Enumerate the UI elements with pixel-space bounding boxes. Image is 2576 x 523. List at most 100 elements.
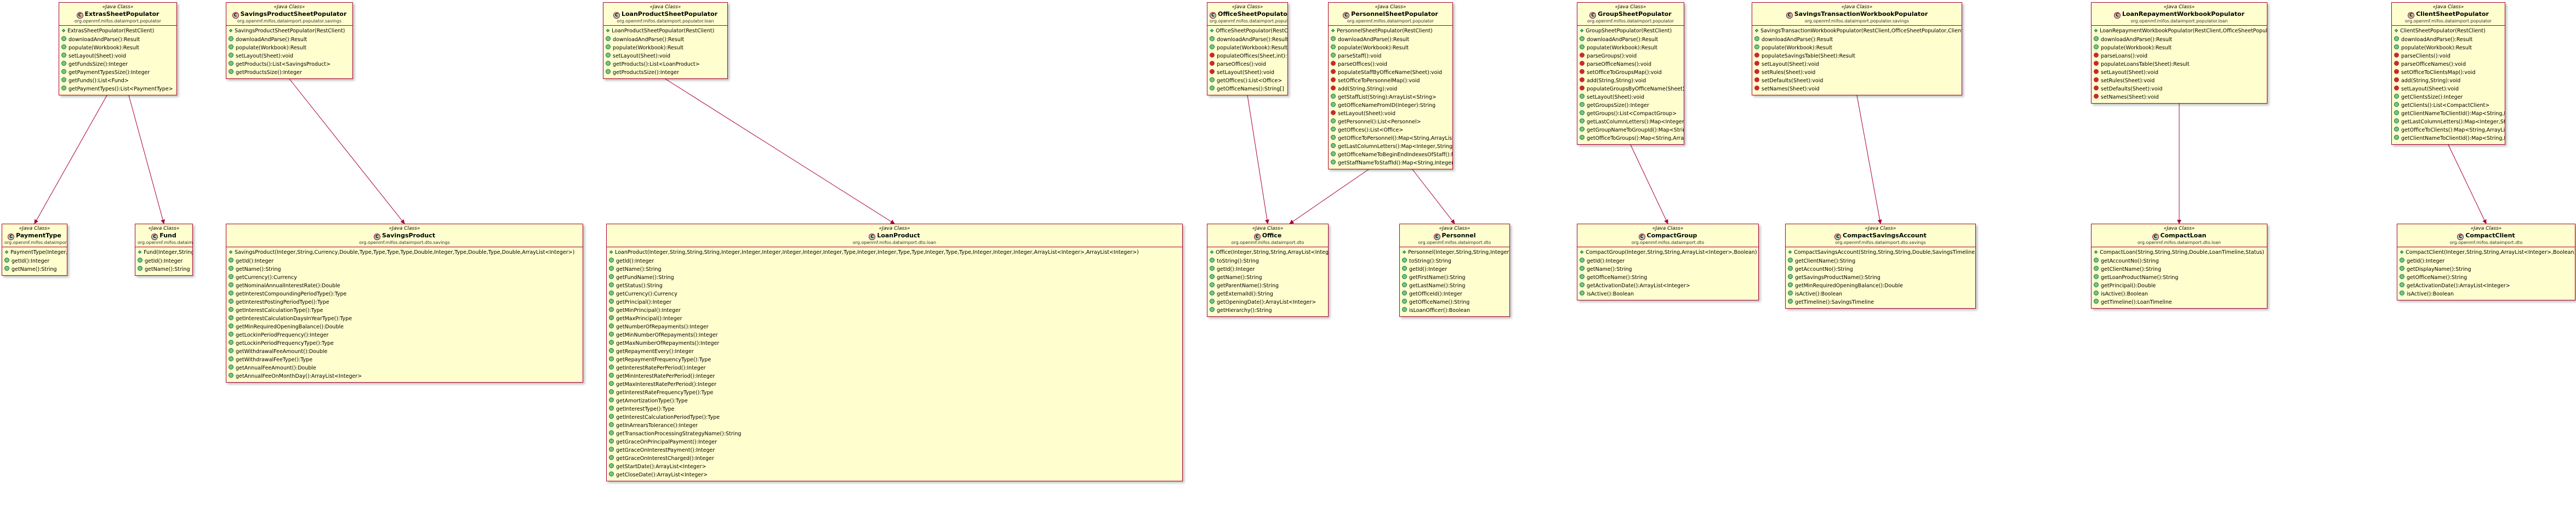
class-box-office[interactable]: «Java Class» C Office org.openmf.mifos.data…: [1207, 224, 1329, 317]
class-header: «Java Class» C CompactSavingsAccount org.op…: [1786, 224, 1975, 247]
method-row: getOfficeName():String: [1402, 298, 1507, 306]
public-method-icon: [61, 36, 66, 41]
public-method-icon: [1210, 44, 1215, 49]
public-method-icon: [606, 44, 611, 49]
class-box-personnel[interactable]: «Java Class» C Personnel org.openmf.mifos.d…: [1399, 224, 1510, 317]
method-row: getInterestCalculationPeriodType():Type: [609, 413, 1180, 422]
public-method-icon: [2394, 135, 2399, 140]
class-name-text: CompactLoan: [2160, 232, 2207, 239]
method-signature: PaymentType(Integer,String): [10, 249, 67, 255]
method-row: getTimeline():LoanTimeline: [2094, 298, 2265, 306]
public-method-icon: [1331, 44, 1336, 49]
method-row: getOfficeToPersonnel():Map<String,ArrayL…: [1331, 134, 1452, 143]
method-signature: getName():String: [145, 266, 190, 272]
method-signature: getMinRequiredOpeningBalance():Double: [236, 324, 344, 330]
class-box-compact-loan[interactable]: «Java Class» C CompactLoan org.openmf.mifos…: [2091, 224, 2267, 309]
class-box-compact-savings[interactable]: «Java Class» C CompactSavingsAccount org.op…: [1785, 224, 1976, 309]
class-box-loan-product[interactable]: «Java Class» C LoanProduct org.openmf.mifos…: [606, 224, 1183, 481]
method-row: ❖ CompactLoan(String,String,String,Double…: [2094, 248, 2265, 257]
method-row: ❖ SavingsProductSheetPopulator(RestClient…: [229, 27, 350, 36]
method-row: isActive():Boolean: [1788, 290, 1973, 298]
class-box-payment-type[interactable]: «Java Class» C PaymentType org.openmf.mifos…: [2, 224, 67, 276]
method-list: ❖ Office(Integer,String,String,ArrayList<…: [1207, 247, 1328, 316]
class-name: C Fund: [138, 232, 190, 240]
method-row: getMinRequiredOpeningBalance():Double: [229, 323, 580, 331]
class-box-savings-prod-pop[interactable]: «Java Class» C SavingsProductSheetPopulato…: [226, 2, 353, 79]
method-row: getFundName():String: [609, 274, 1180, 282]
method-signature: setLayout(Sheet):void: [69, 53, 126, 59]
public-method-icon: [1788, 282, 1793, 287]
method-signature: getParentName():String: [1217, 283, 1279, 289]
class-name-text: ClientSheetPopulator: [2416, 10, 2489, 18]
method-row: populate(Workbook):Result: [229, 44, 350, 52]
public-method-icon: [1754, 36, 1759, 41]
method-signature: setNames(Sheet):void: [1762, 86, 1820, 92]
class-box-fund[interactable]: «Java Class» C Fund org.openmf.mifos.dataim…: [135, 224, 193, 276]
class-box-office-pop[interactable]: «Java Class» C OfficeSheetPopulator org.ope…: [1207, 2, 1288, 95]
class-box-sav-txn-pop[interactable]: «Java Class» C SavingsTransactionWorkbookP…: [1752, 2, 1962, 95]
class-box-extras-pop[interactable]: «Java Class» C ExtrasSheetPopulator org.ope…: [59, 2, 177, 95]
constructor-icon: ❖: [61, 29, 66, 34]
method-signature: getSavingsProductName():String: [1795, 275, 1880, 281]
class-icon: C: [2408, 12, 2415, 19]
class-box-personnel-pop[interactable]: «Java Class» C PersonnelSheetPopulator org.…: [1328, 2, 1453, 169]
public-method-icon: [2094, 266, 2099, 271]
public-method-icon: [1402, 307, 1407, 312]
public-method-icon: [229, 36, 233, 41]
class-box-savings-product[interactable]: «Java Class» C SavingsProduct org.openmf.mi…: [226, 224, 583, 383]
class-box-client-pop[interactable]: «Java Class» C ClientSheetPopulator org.ope…: [2391, 2, 2505, 145]
constructor-icon: ❖: [1402, 250, 1407, 255]
method-signature: Personnel(Integer,String,String,Integer,…: [1408, 249, 1509, 255]
method-row: downloadAndParse():Result: [229, 36, 350, 44]
method-signature: getInterestRateFrequencyType():Type: [616, 390, 714, 396]
class-name-text: PaymentType: [16, 232, 61, 239]
method-row: getInterestCalculationType():Type: [229, 306, 580, 315]
public-method-icon: [1402, 266, 1407, 271]
public-method-icon: [1210, 258, 1215, 263]
public-method-icon: [229, 323, 233, 328]
class-name: C LoanRepaymentWorkbookPopulator: [2094, 10, 2265, 19]
constructor-icon: ❖: [1580, 29, 1585, 34]
class-name-text: CompactClient: [2465, 232, 2515, 239]
class-stereotype: «Java Class»: [2163, 226, 2195, 231]
method-signature: getId():Integer: [12, 258, 50, 264]
class-box-loan-prod-pop[interactable]: «Java Class» C LoanProductSheetPopulator or…: [603, 2, 728, 79]
method-row: getName():String: [4, 265, 65, 274]
class-name-text: OfficeSheetPopulator: [1218, 10, 1288, 18]
method-signature: SavingsProductSheetPopulator(RestClient): [235, 28, 345, 34]
method-list: ❖ Personnel(Integer,String,String,Integer…: [1400, 247, 1509, 316]
class-box-loan-repay-pop[interactable]: «Java Class» C LoanRepaymentWorkbookPopula…: [2091, 2, 2267, 104]
public-method-icon: [1331, 102, 1336, 107]
method-signature: toString():String: [1217, 258, 1259, 264]
method-list: ❖PaymentType(Integer,String)getId():Inte…: [2, 247, 67, 275]
method-row: getMinPrincipal():Integer: [609, 306, 1180, 315]
method-signature: getOfficeNameToBeginEndIndexesOfStaff():…: [1338, 152, 1452, 158]
constructor-icon: ❖: [2400, 250, 2404, 255]
method-row: getProducts():List<SavingsProduct>: [229, 60, 350, 69]
public-method-icon: [2400, 258, 2404, 263]
method-row: getStaffNameToStaffId():Map<String,Integ…: [1331, 159, 1452, 167]
public-method-icon: [1210, 291, 1215, 295]
public-method-icon: [1788, 266, 1793, 271]
method-row: getCurrency():Currency: [609, 290, 1180, 298]
class-stereotype: «Java Class»: [879, 226, 910, 231]
method-row: populateGroupsByOfficeName(Sheet):void: [1580, 85, 1684, 93]
method-signature: isLoanOfficer():Boolean: [1409, 308, 1471, 314]
method-signature: getLockinPeriodFrequency():Integer: [236, 332, 329, 338]
constructor-icon: ❖: [1788, 250, 1793, 255]
class-name: C SavingsTransactionWorkbookPopulator: [1754, 10, 1959, 19]
method-signature: getInArrearsTolerance():Integer: [616, 423, 698, 429]
class-name-text: SavingsTransactionWorkbookPopulator: [1794, 10, 1928, 18]
method-signature: getOpeningDate():ArrayList<Integer>: [1217, 299, 1317, 305]
class-name-text: Fund: [159, 232, 176, 239]
method-row: add(String,String):void: [2394, 77, 2503, 85]
public-method-icon: [609, 471, 614, 476]
method-signature: populateStaffByOfficeName(Sheet):void: [1338, 70, 1443, 76]
method-signature: setRules(Sheet):void: [2101, 78, 2155, 84]
class-box-compact-client[interactable]: «Java Class» C CompactClient org.openmf.mif…: [2397, 224, 2575, 300]
class-stereotype: «Java Class»: [1615, 4, 1646, 10]
class-box-group-pop[interactable]: «Java Class» C GroupSheetPopulator org.open…: [1577, 2, 1684, 145]
method-row: getOfficeToGroups():Map<String,ArrayList…: [1580, 134, 1684, 143]
public-method-icon: [1210, 266, 1215, 271]
class-box-compact-group[interactable]: «Java Class» C CompactGroup org.openmf.mifo…: [1577, 224, 1759, 300]
